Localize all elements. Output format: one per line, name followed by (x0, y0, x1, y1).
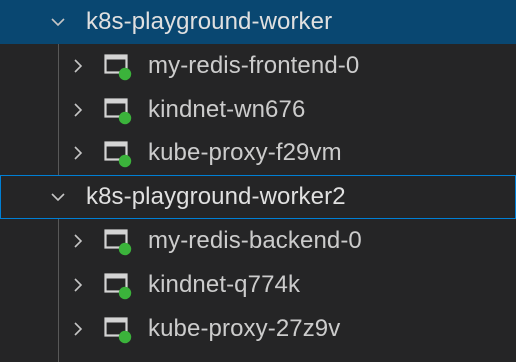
chevron-right-icon[interactable] (70, 102, 86, 118)
chevron-down-icon[interactable] (50, 14, 66, 30)
tree-item-pod[interactable]: my-redis-frontend-0 (0, 44, 516, 88)
pod-icon (104, 97, 132, 125)
tree-item-pod[interactable]: kindnet-q774k (0, 263, 516, 307)
tree-item-pod[interactable]: kindnet-wn676 (0, 88, 516, 132)
chevron-right-icon[interactable] (70, 321, 86, 337)
chevron-right-icon[interactable] (70, 233, 86, 249)
tree-item-pod[interactable]: kube-proxy-27z9v (0, 307, 516, 351)
pod-label: kube-proxy-27z9v (148, 315, 341, 342)
tree-item-pod[interactable]: my-redis-backend-0 (0, 219, 516, 263)
pod-label: my-redis-backend-0 (148, 227, 362, 254)
chevron-down-icon[interactable] (50, 189, 66, 205)
chevron-right-icon[interactable] (70, 145, 86, 161)
tree-node-worker[interactable]: k8s-playground-worker (0, 0, 516, 44)
pod-icon (104, 228, 132, 256)
pod-icon (104, 140, 132, 168)
chevron-right-icon[interactable] (70, 58, 86, 74)
pod-icon (104, 316, 132, 344)
cluster-tree-view: k8s-playground-worker my-redis-frontend-… (0, 0, 516, 362)
pod-label: my-redis-frontend-0 (148, 52, 360, 79)
tree-item-pod[interactable]: kube-proxy-f29vm (0, 131, 516, 175)
node-label: k8s-playground-worker2 (86, 183, 346, 210)
pod-icon (104, 272, 132, 300)
pod-label: kindnet-q774k (148, 271, 301, 298)
pod-icon (104, 53, 132, 81)
pod-label: kube-proxy-f29vm (148, 139, 342, 166)
chevron-right-icon[interactable] (70, 277, 86, 293)
node-label: k8s-playground-worker (86, 8, 333, 35)
tree-node-worker2[interactable]: k8s-playground-worker2 (0, 175, 516, 219)
pod-label: kindnet-wn676 (148, 96, 306, 123)
